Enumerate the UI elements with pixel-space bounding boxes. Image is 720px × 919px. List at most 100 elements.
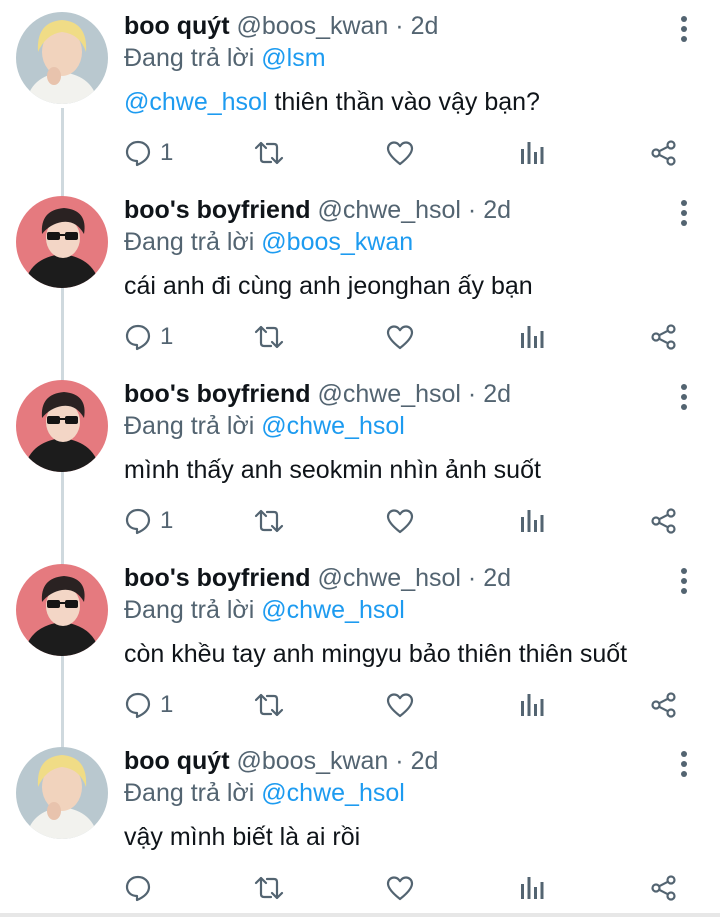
avatar[interactable] xyxy=(16,564,108,656)
tweet-body: thiên thần vào vậy bạn? xyxy=(267,88,540,116)
tweet-header: boo's boyfriend @chwe_hsol · 2d xyxy=(124,378,511,410)
share-button[interactable] xyxy=(650,504,678,538)
retweet-icon xyxy=(254,141,284,165)
tweet-header: boo quýt @boos_kwan · 2d xyxy=(124,10,438,42)
replying-to-mention[interactable]: @boos_kwan xyxy=(261,228,413,256)
like-icon xyxy=(386,325,414,350)
more-options-button[interactable] xyxy=(672,198,696,228)
separator-dot: · xyxy=(467,196,477,224)
display-name[interactable]: boo quýt xyxy=(124,747,230,775)
separator-dot: · xyxy=(395,747,404,775)
user-handle[interactable]: @chwe_hsol xyxy=(317,196,461,224)
tweet[interactable]: boo quýt @boos_kwan · 2d Đang trả lời @l… xyxy=(0,0,720,184)
reply-button[interactable]: 1 xyxy=(124,320,173,354)
avatar[interactable] xyxy=(16,196,108,288)
replying-to-mention[interactable]: @chwe_hsol xyxy=(261,596,405,624)
tweet-body: vậy mình biết là ai rồi xyxy=(124,823,361,851)
replying-to-label: Đang trả lời xyxy=(124,412,255,440)
reply-icon xyxy=(125,140,151,167)
replying-to-label: Đang trả lời xyxy=(124,596,255,624)
reply-button[interactable] xyxy=(124,871,160,905)
tweet-text: @chwe_hsol thiên thần vào vậy bạn? xyxy=(124,85,540,119)
share-button[interactable] xyxy=(650,136,678,170)
more-vertical-icon xyxy=(681,200,687,226)
analytics-button[interactable] xyxy=(519,504,545,538)
avatar[interactable] xyxy=(16,12,108,104)
display-name[interactable]: boo's boyfriend xyxy=(124,380,311,408)
share-icon xyxy=(651,324,676,350)
share-button[interactable] xyxy=(650,320,678,354)
tweet-text: cái anh đi cùng anh jeonghan ấy bạn xyxy=(124,269,533,303)
user-handle[interactable]: @chwe_hsol xyxy=(317,380,461,408)
analytics-button[interactable] xyxy=(519,688,545,722)
like-button[interactable] xyxy=(386,871,414,905)
replying-to-mention[interactable]: @chwe_hsol xyxy=(261,412,405,440)
separator-dot: · xyxy=(467,380,477,408)
more-options-button[interactable] xyxy=(672,14,696,44)
reply-icon xyxy=(125,692,151,719)
tweet[interactable]: boo's boyfriend @chwe_hsol · 2d Đang trả… xyxy=(0,552,720,736)
avatar[interactable] xyxy=(16,380,108,472)
replying-to-mention[interactable]: @chwe_hsol xyxy=(261,779,405,807)
tweet-text: vậy mình biết là ai rồi xyxy=(124,820,360,854)
tweet-text: mình thấy anh seokmin nhìn ảnh suốt xyxy=(124,453,541,487)
retweet-button[interactable] xyxy=(254,871,284,905)
like-icon xyxy=(386,141,414,166)
like-icon xyxy=(386,509,414,534)
display-name[interactable]: boo's boyfriend xyxy=(124,196,311,224)
avatar[interactable] xyxy=(16,747,108,839)
reply-button[interactable]: 1 xyxy=(124,688,173,722)
timestamp[interactable]: 2d xyxy=(483,196,511,224)
reply-count: 1 xyxy=(160,323,174,350)
like-button[interactable] xyxy=(386,504,414,538)
reply-button[interactable]: 1 xyxy=(124,136,173,170)
like-button[interactable] xyxy=(386,688,414,722)
analytics-button[interactable] xyxy=(519,136,545,170)
retweet-button[interactable] xyxy=(254,320,284,354)
display-name[interactable]: boo quýt xyxy=(124,12,230,40)
replying-to: Đang trả lời @boos_kwan xyxy=(124,226,413,258)
timestamp[interactable]: 2d xyxy=(483,380,511,408)
user-handle[interactable]: @boos_kwan xyxy=(236,747,388,775)
more-options-button[interactable] xyxy=(672,749,696,779)
share-icon xyxy=(651,692,676,718)
share-button[interactable] xyxy=(650,688,678,722)
tweet-header: boo's boyfriend @chwe_hsol · 2d xyxy=(124,562,511,594)
timestamp[interactable]: 2d xyxy=(483,564,511,592)
retweet-icon xyxy=(254,693,284,717)
more-vertical-icon xyxy=(681,568,687,594)
tweet[interactable]: boo quýt @boos_kwan · 2d Đang trả lời @c… xyxy=(0,735,720,919)
retweet-button[interactable] xyxy=(254,136,284,170)
more-options-button[interactable] xyxy=(672,382,696,412)
replying-to: Đang trả lời @chwe_hsol xyxy=(124,777,405,809)
tweet-mention[interactable]: @chwe_hsol xyxy=(124,88,268,116)
timestamp[interactable]: 2d xyxy=(411,12,439,40)
like-button[interactable] xyxy=(386,136,414,170)
tweet[interactable]: boo's boyfriend @chwe_hsol · 2d Đang trả… xyxy=(0,184,720,368)
analytics-icon xyxy=(521,510,544,532)
reply-icon xyxy=(125,508,151,535)
timestamp[interactable]: 2d xyxy=(411,747,439,775)
like-button[interactable] xyxy=(386,320,414,354)
display-name[interactable]: boo's boyfriend xyxy=(124,564,311,592)
tweet-body: cái anh đi cùng anh jeonghan ấy bạn xyxy=(124,272,533,300)
more-options-button[interactable] xyxy=(672,566,696,596)
analytics-icon xyxy=(521,877,544,899)
retweet-button[interactable] xyxy=(254,504,284,538)
separator-dot: · xyxy=(395,12,404,40)
more-vertical-icon xyxy=(681,16,687,42)
analytics-button[interactable] xyxy=(519,871,545,905)
like-icon xyxy=(386,693,414,718)
tweet[interactable]: boo's boyfriend @chwe_hsol · 2d Đang trả… xyxy=(0,368,720,552)
user-handle[interactable]: @chwe_hsol xyxy=(317,564,461,592)
retweet-button[interactable] xyxy=(254,688,284,722)
tweet-body: mình thấy anh seokmin nhìn ảnh suốt xyxy=(124,456,541,484)
analytics-button[interactable] xyxy=(519,320,545,354)
analytics-icon xyxy=(521,694,544,716)
reply-button[interactable]: 1 xyxy=(124,504,173,538)
share-button[interactable] xyxy=(650,871,678,905)
user-handle[interactable]: @boos_kwan xyxy=(236,12,388,40)
replying-to-mention[interactable]: @lsm xyxy=(261,44,325,72)
tweet-body: còn khều tay anh mingyu bảo thiên thiên … xyxy=(124,640,628,668)
reply-count: 1 xyxy=(160,507,174,534)
